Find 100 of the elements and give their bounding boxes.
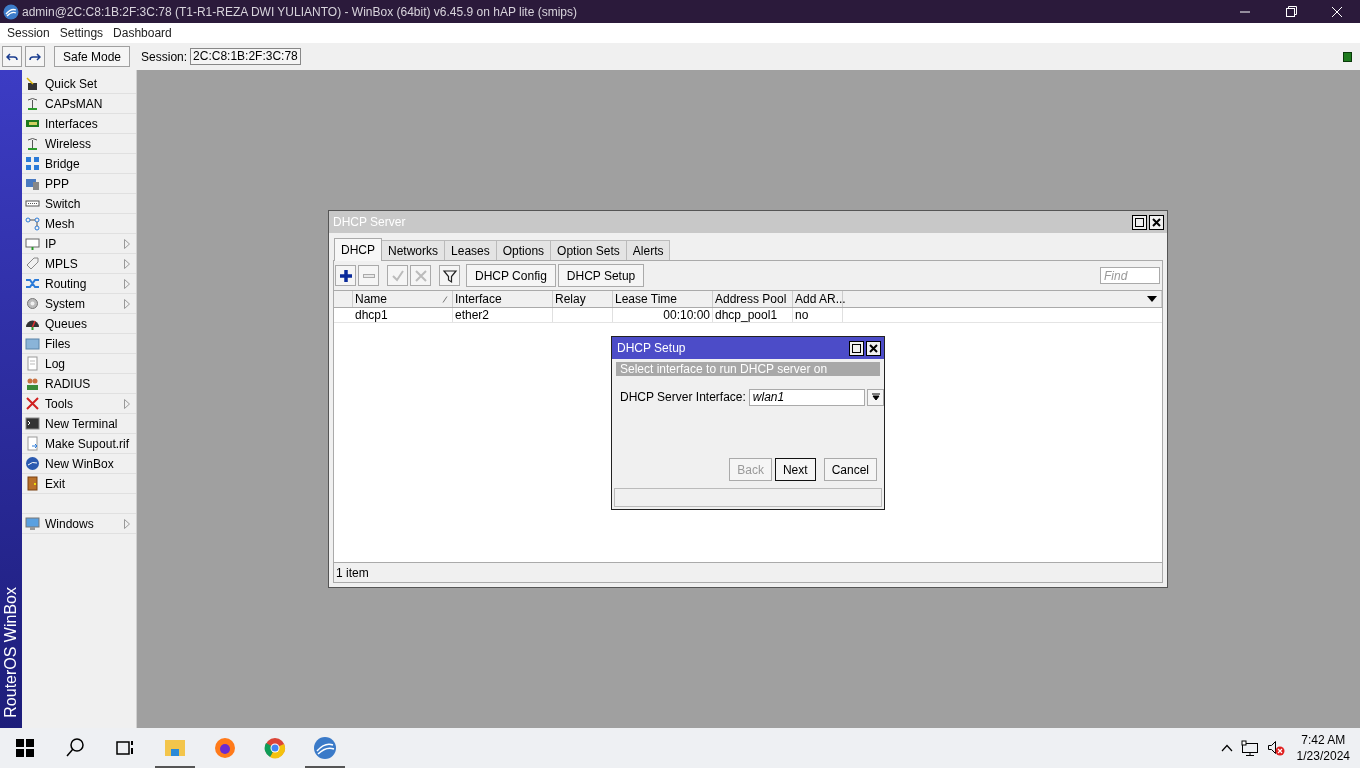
maximize-icon[interactable] (1132, 214, 1147, 230)
undo-icon (6, 51, 18, 62)
column-header[interactable]: Relay (553, 291, 613, 307)
chevron-up-icon[interactable] (1220, 744, 1233, 752)
safe-mode-button[interactable]: Safe Mode (54, 46, 131, 67)
table-cell: 00:10:00 (613, 308, 713, 322)
column-header[interactable]: Add AR... (793, 291, 843, 307)
nodes-icon (25, 216, 40, 231)
browser-icon[interactable] (213, 736, 237, 760)
tab[interactable]: DHCP (334, 238, 382, 261)
shuffle-icon (25, 276, 40, 291)
clock-date[interactable]: 1/23/2024 (1296, 748, 1350, 764)
browser-icon[interactable] (263, 736, 287, 760)
app-logo-icon[interactable] (313, 736, 337, 760)
dropdown-arrow-icon[interactable] (1147, 296, 1157, 302)
sidebar-item[interactable]: RADIUS (22, 374, 136, 394)
add-button[interactable] (335, 265, 356, 286)
redo-icon (29, 51, 41, 62)
sidebar-item[interactable]: Log (22, 354, 136, 374)
sidebar-item[interactable]: Tools (22, 394, 136, 414)
sidebar-item[interactable]: Exit (22, 474, 136, 494)
tab[interactable]: Networks (381, 240, 446, 260)
interface-field[interactable]: wlan1 (748, 388, 866, 406)
session-label: Session: (141, 48, 188, 66)
sidebar-item[interactable]: Windows (22, 514, 136, 534)
cross-icon (412, 267, 429, 284)
redo-button[interactable] (25, 46, 45, 67)
table-cell: ether2 (453, 308, 553, 322)
dropdown-arrow-icon (871, 393, 880, 401)
sidebar-item[interactable]: PPP (22, 174, 136, 194)
sidebar-item[interactable]: Files (22, 334, 136, 354)
sidebar-item[interactable]: MPLS (22, 254, 136, 274)
antenna-icon (25, 136, 40, 151)
gear-icon (25, 296, 40, 311)
sidebar-item[interactable]: Interfaces (22, 114, 136, 134)
column-header[interactable]: Address Pool (713, 291, 793, 307)
window-title: admin@2C:C8:1B:2F:3C:78 (T1-R1-REZA DWI YULIANTO) - WinBox (64bit) v6.45.9 on hAP lite (smips) (22, 3, 578, 21)
dialog-button[interactable]: Next (774, 458, 816, 481)
close-icon[interactable] (1149, 214, 1164, 230)
antenna-icon (25, 96, 40, 111)
close-icon[interactable] (866, 340, 881, 356)
menu-item[interactable]: Settings (54, 24, 109, 42)
tab[interactable]: Leases (444, 240, 497, 260)
sidebar-item[interactable]: IP (22, 234, 136, 254)
status-text: 1 item (336, 564, 369, 582)
tag-icon (25, 256, 40, 271)
computer-icon (25, 176, 40, 191)
column-header[interactable]: Interface (453, 291, 553, 307)
table-cell: dhcp1 (353, 308, 453, 322)
sidebar-item[interactable]: Bridge (22, 154, 136, 174)
filter-icon (441, 267, 458, 284)
sidebar-item[interactable]: CAPsMAN (22, 94, 136, 114)
column-header[interactable]: Name (353, 291, 453, 307)
people-icon (25, 376, 40, 391)
tab[interactable]: Option Sets (550, 240, 627, 260)
sidebar-item[interactable]: Quick Set (22, 74, 136, 94)
table-cell: dhcp_pool1 (713, 308, 793, 322)
dialog-title: DHCP Setup (617, 340, 686, 357)
network-icon[interactable] (1240, 740, 1259, 756)
sidebar-item[interactable]: Switch (22, 194, 136, 214)
sidebar-item[interactable]: New Terminal (22, 414, 136, 434)
session-field: 2C:C8:1B:2F:3C:78 (190, 48, 301, 65)
sidebar-item[interactable]: Routing (22, 274, 136, 294)
speaker-muted-icon[interactable] (1266, 740, 1285, 756)
monitor-icon (25, 516, 40, 531)
ip-icon (25, 236, 40, 251)
document-icon (25, 436, 40, 451)
field-label: DHCP Server Interface: (620, 389, 746, 406)
search-field[interactable]: Find (1100, 267, 1160, 284)
sidebar-item[interactable]: Mesh (22, 214, 136, 234)
terminal-icon (25, 416, 40, 431)
toolbar-button[interactable]: DHCP Config (466, 264, 556, 287)
maximize-icon[interactable] (849, 340, 864, 356)
tab[interactable]: Alerts (625, 240, 671, 260)
toolbar-button[interactable]: DHCP Setup (557, 264, 645, 287)
filter-button[interactable] (439, 265, 460, 286)
folder-icon (25, 336, 40, 351)
windows-start-icon[interactable] (13, 736, 37, 760)
sidebar-item[interactable]: New WinBox (22, 454, 136, 474)
sidebar-item[interactable]: Wireless (22, 134, 136, 154)
plus-icon (337, 267, 354, 284)
sidebar-item[interactable]: Queues (22, 314, 136, 334)
sidebar-item[interactable]: System (22, 294, 136, 314)
dropdown-button[interactable] (867, 388, 884, 406)
undo-button[interactable] (2, 46, 22, 67)
brand-label: RouterOS WinBox (1, 587, 20, 718)
door-icon (25, 476, 40, 491)
document-icon (25, 356, 40, 371)
table-cell: no (793, 308, 843, 322)
minus-icon (362, 273, 375, 278)
column-header[interactable]: Lease Time (613, 291, 713, 307)
globe-icon (25, 456, 40, 471)
instruction-banner: Select interface to run DHCP server on (616, 362, 880, 376)
menu-item[interactable]: Session (2, 24, 55, 42)
clock-time[interactable]: 7:42 AM (1301, 732, 1346, 748)
sidebar-item[interactable]: Make Supout.rif (22, 434, 136, 454)
app-logo-icon (3, 3, 19, 20)
tab[interactable]: Options (495, 240, 552, 260)
dialog-button[interactable]: Cancel (823, 458, 877, 481)
menu-item[interactable]: Dashboard (108, 24, 177, 42)
